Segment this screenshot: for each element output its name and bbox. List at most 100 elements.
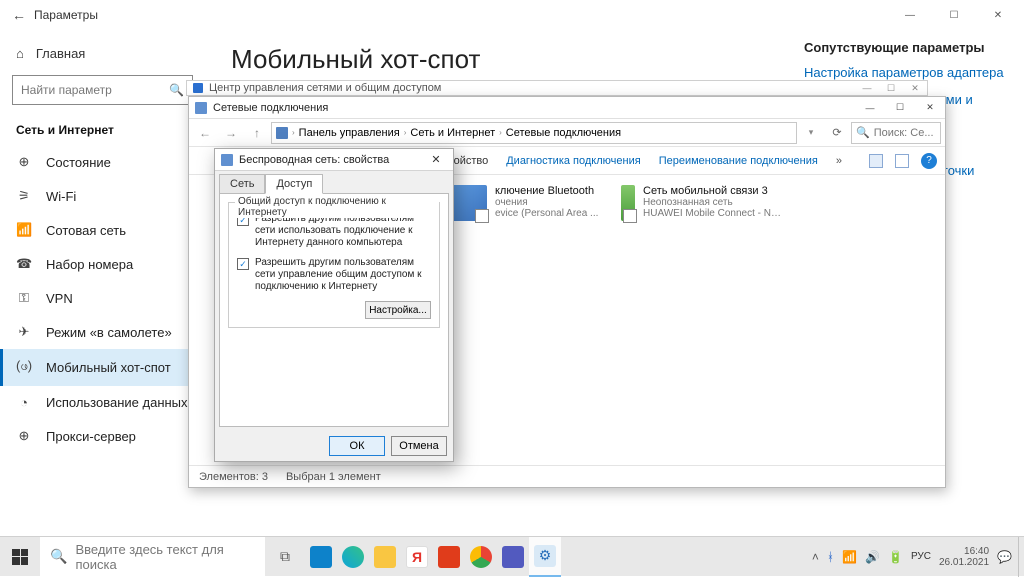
- view-button[interactable]: [869, 154, 883, 168]
- nav-label: Сотовая сеть: [46, 223, 126, 238]
- close-button[interactable]: ✕: [903, 83, 927, 94]
- nav-item-набор-номера[interactable]: ☎Набор номера: [0, 247, 205, 281]
- explorer-icon: [195, 102, 207, 114]
- settings-search[interactable]: Найти параметр 🔍: [12, 75, 193, 105]
- close-button[interactable]: ✕: [976, 0, 1020, 30]
- conn-sub2: evice (Personal Area ...: [495, 208, 598, 219]
- nav-up[interactable]: ↑: [245, 122, 269, 144]
- minimize-button[interactable]: —: [888, 0, 932, 30]
- nav-item-мобильный-хот-спот[interactable]: (ဖ)Мобильный хот-спот: [0, 349, 205, 386]
- crumb[interactable]: Панель управления: [299, 127, 400, 139]
- maximize-button[interactable]: ☐: [885, 97, 915, 119]
- home-icon: ⌂: [16, 46, 24, 61]
- start-button[interactable]: [0, 537, 40, 577]
- app-chrome[interactable]: [465, 537, 497, 577]
- nav-back[interactable]: ←: [193, 122, 217, 144]
- tab-access[interactable]: Доступ: [265, 174, 323, 194]
- app-yandex[interactable]: Я: [401, 537, 433, 577]
- dialog-footer: ОК Отмена: [215, 431, 453, 461]
- nav-icon: ⚞: [16, 188, 32, 204]
- explorer-search[interactable]: 🔍 Поиск: Се...: [851, 122, 941, 144]
- app-office[interactable]: [433, 537, 465, 577]
- nav-label: Режим «в самолете»: [46, 325, 172, 340]
- cmd-diagnose[interactable]: Диагностика подключения: [506, 155, 640, 167]
- minimize-button[interactable]: —: [855, 83, 879, 94]
- app-settings[interactable]: ⚙: [529, 537, 561, 577]
- nav-icon: ⚿: [16, 290, 32, 306]
- settings-button[interactable]: Настройка...: [365, 301, 431, 319]
- checkbox-allow-manage[interactable]: ✓ Разрешить другим пользователям сети уп…: [237, 257, 431, 293]
- signal-icon[interactable]: 📶: [842, 550, 857, 564]
- nav-item-состояние[interactable]: ⊕Состояние: [0, 145, 205, 179]
- action-center-icon[interactable]: 💬: [997, 550, 1012, 564]
- volume-icon[interactable]: 🔊: [865, 550, 880, 564]
- cancel-button[interactable]: Отмена: [391, 436, 447, 456]
- status-selected: Выбран 1 элемент: [286, 471, 381, 483]
- explorer-addressbar: ← → ↑ › Панель управления › Сеть и Интер…: [189, 119, 945, 147]
- taskbar-apps: Я ⚙: [305, 537, 561, 577]
- netcenter-controls: — ☐ ✕: [855, 83, 927, 94]
- app-edge-legacy[interactable]: [305, 537, 337, 577]
- crumb[interactable]: Сетевые подключения: [506, 127, 621, 139]
- settings-titlebar: ← Параметры — ☐ ✕: [0, 0, 1024, 30]
- ok-button[interactable]: ОК: [329, 436, 385, 456]
- app-edge[interactable]: [337, 537, 369, 577]
- nav-item-wi-fi[interactable]: ⚞Wi-Fi: [0, 179, 205, 213]
- close-button[interactable]: ✕: [915, 97, 945, 119]
- nav-item-прокси-сервер[interactable]: ⊕Прокси-сервер: [0, 419, 205, 453]
- tray-up-icon[interactable]: ˄: [812, 550, 819, 564]
- related-heading: Сопутствующие параметры: [804, 40, 1014, 55]
- help-button[interactable]: ?: [921, 153, 937, 169]
- yandex-icon: Я: [406, 546, 428, 568]
- conn-name: Сеть мобильной связи 3: [643, 185, 783, 197]
- preview-pane-button[interactable]: [895, 154, 909, 168]
- close-button[interactable]: ✕: [425, 153, 447, 166]
- page-heading: Мобильный хот-спот: [231, 44, 778, 75]
- chevron-down-icon[interactable]: ▾: [799, 122, 823, 144]
- maximize-button[interactable]: ☐: [932, 0, 976, 30]
- network-center-window[interactable]: Центр управления сетями и общим доступом…: [186, 80, 928, 96]
- network-center-title: Центр управления сетями и общим доступом: [209, 82, 441, 94]
- chrome-icon: [470, 546, 492, 568]
- connection-bluetooth[interactable]: ключение Bluetooth очения evice (Persona…: [447, 181, 617, 459]
- dialog-titlebar[interactable]: Беспроводная сеть: свойства ✕: [215, 149, 453, 171]
- conn-sub1: очения: [495, 197, 598, 208]
- breadcrumb[interactable]: › Панель управления › Сеть и Интернет › …: [271, 122, 797, 144]
- adapter-icon: [451, 185, 487, 221]
- checkbox-allow-share[interactable]: ✓ Разрешить другим пользователям сети ис…: [237, 213, 431, 249]
- clock[interactable]: 16:40 26.01.2021: [939, 546, 989, 568]
- nav-item-сотовая-сеть[interactable]: 📶 Сотовая сеть: [0, 213, 205, 247]
- crumb[interactable]: Сеть и Интернет: [410, 127, 495, 139]
- windows-icon: [12, 549, 28, 565]
- window-controls: — ☐ ✕: [888, 0, 1020, 30]
- gear-icon: ⚙: [534, 545, 556, 567]
- group-legend: Общий доступ к подключению к Интернету: [235, 196, 439, 218]
- taskbar-search[interactable]: 🔍 Введите здесь текст для поиска: [40, 537, 265, 577]
- show-desktop[interactable]: [1018, 537, 1024, 577]
- app-teams[interactable]: [497, 537, 529, 577]
- maximize-button[interactable]: ☐: [879, 83, 903, 94]
- check-label: Разрешить другим пользователям сети испо…: [255, 213, 431, 249]
- taskview-button[interactable]: ⧉: [265, 548, 305, 565]
- cmd-more[interactable]: »: [836, 155, 842, 167]
- link-adapter-settings[interactable]: Настройка параметров адаптера: [804, 65, 1014, 80]
- bluetooth-icon[interactable]: ᚼ: [827, 550, 834, 564]
- nav-item-vpn[interactable]: ⚿ VPN: [0, 281, 205, 315]
- connection-cellular[interactable]: Сеть мобильной связи 3 Неопознанная сеть…: [617, 181, 787, 459]
- refresh-button[interactable]: ⟳: [825, 126, 849, 139]
- nav-label: VPN: [46, 291, 73, 306]
- app-file-explorer[interactable]: [369, 537, 401, 577]
- home-link[interactable]: ⌂ Главная: [0, 38, 205, 69]
- back-button[interactable]: ←: [4, 7, 34, 23]
- explorer-titlebar[interactable]: Сетевые подключения — ☐ ✕: [189, 97, 945, 119]
- minimize-button[interactable]: —: [855, 97, 885, 119]
- nav-item-режим-в-самолете-[interactable]: ✈Режим «в самолете»: [0, 315, 205, 349]
- nav-icon: 📶: [16, 222, 32, 238]
- nav-forward[interactable]: →: [219, 122, 243, 144]
- cmd-rename[interactable]: Переименование подключения: [659, 155, 818, 167]
- lang-indicator[interactable]: РУС: [911, 551, 931, 562]
- nav-item-использование-данных[interactable]: ◔Использование данных: [0, 386, 205, 419]
- checkbox-icon: ✓: [237, 258, 249, 270]
- tab-network[interactable]: Сеть: [219, 174, 265, 194]
- battery-icon[interactable]: 🔋: [888, 550, 903, 564]
